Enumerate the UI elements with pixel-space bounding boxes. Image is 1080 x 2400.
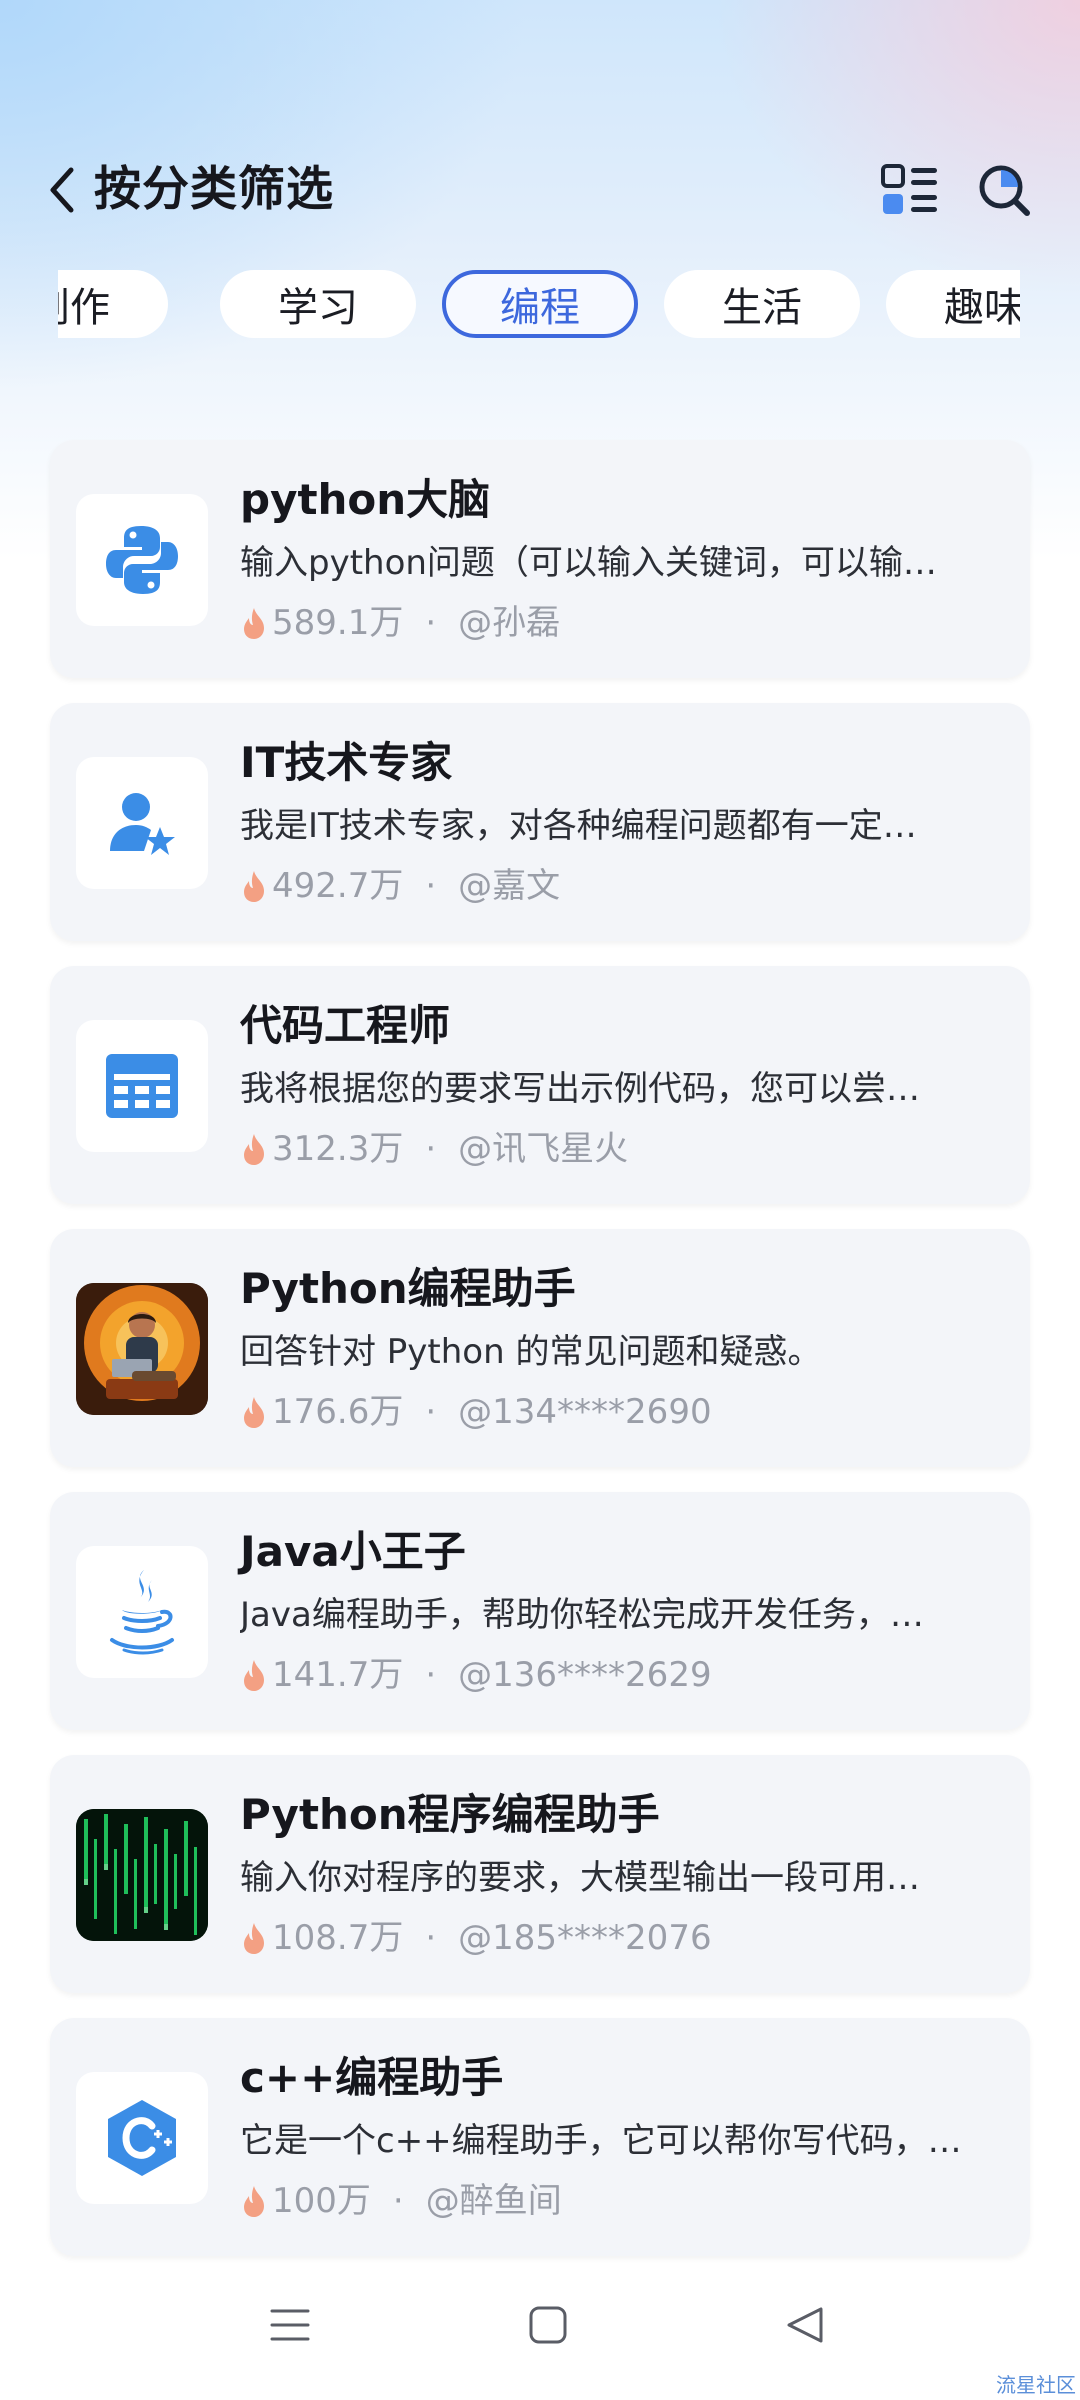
assistant-description: 输入python问题（可以输入关键词，可以输… — [240, 543, 937, 583]
list-item[interactable]: Python程序编程助手 输入你对程序的要求，大模型输出一段可用… 108.7万… — [50, 1755, 1030, 1993]
search-button[interactable] — [974, 160, 1034, 220]
list-item[interactable]: IT技术专家 我是IT技术专家，对各种编程问题都有一定… 492.7万 · @嘉… — [50, 703, 1030, 941]
author-name: @醉鱼间 — [425, 2181, 562, 2221]
assistant-title: Python编程助手 — [240, 1264, 576, 1313]
assistant-avatar — [76, 1809, 208, 1941]
python-logo-icon — [106, 526, 178, 594]
tab-programming[interactable]: 编程 — [442, 270, 638, 338]
author-name: @185****2076 — [458, 1918, 712, 1958]
tab-life[interactable]: 生活 — [664, 270, 860, 338]
assistant-avatar — [76, 757, 208, 889]
assistant-avatar — [76, 1283, 208, 1415]
assistant-title: c++编程助手 — [240, 2053, 504, 2102]
author-name: @孙磊 — [458, 603, 561, 643]
code-window-icon — [106, 1054, 178, 1118]
watermark-text: 流星社区 — [996, 2373, 1076, 2397]
separator-dot: · — [425, 1655, 437, 1695]
cpp-logo-icon — [108, 2100, 176, 2176]
chevron-left-icon — [50, 167, 74, 213]
tab-label: 创作 — [58, 285, 110, 331]
heat-count: 108.7万 — [272, 1918, 404, 1958]
tab-label: 趣味 — [944, 285, 1020, 331]
home-square-icon — [529, 2306, 567, 2344]
author-name: @134****2690 — [458, 1392, 712, 1432]
list-item[interactable]: Java小王子 Java编程助手，帮助你轻松完成开发任务，… 141.7万 · … — [50, 1492, 1030, 1730]
fire-icon — [244, 1397, 264, 1428]
assistant-avatar — [76, 1020, 208, 1152]
fire-icon — [244, 1923, 264, 1954]
separator-dot: · — [425, 866, 437, 906]
menu-button[interactable] — [255, 2290, 325, 2360]
java-logo-icon — [110, 1570, 174, 1655]
assistant-meta: 176.6万 · @134****2690 — [240, 1389, 712, 1435]
heat-count: 312.3万 — [272, 1129, 404, 1169]
fire-icon — [244, 1660, 264, 1691]
assistant-meta: 108.7万 · @185****2076 — [240, 1915, 712, 1961]
tab-create[interactable]: 创作 — [58, 270, 168, 338]
assistant-title: Java小王子 — [240, 1527, 466, 1576]
user-star-icon — [110, 793, 175, 855]
back-button[interactable] — [40, 162, 84, 218]
assistant-description: Java编程助手，帮助你轻松完成开发任务，… — [240, 1595, 924, 1635]
author-name: @嘉文 — [458, 866, 561, 906]
separator-dot: · — [425, 1392, 437, 1432]
heat-count: 492.7万 — [272, 866, 404, 906]
tab-fun[interactable]: 趣味 — [886, 270, 1020, 338]
assistant-meta: 100万 · @醉鱼间 — [240, 2178, 562, 2224]
matrix-code-icon — [76, 1809, 208, 1941]
heat-count: 589.1万 — [272, 603, 404, 643]
programmer-avatar-icon — [76, 1283, 208, 1415]
category-tabs: 创作 学习 编程 生活 趣味 — [58, 270, 1020, 338]
assistant-avatar — [76, 1546, 208, 1678]
fire-icon — [244, 871, 264, 902]
menu-icon — [270, 2309, 310, 2341]
tab-study[interactable]: 学习 — [220, 270, 416, 338]
list-layout-icon — [881, 164, 937, 214]
assistant-description: 我将根据您的要求写出示例代码，您可以尝… — [240, 1069, 920, 1109]
heat-count: 176.6万 — [272, 1392, 404, 1432]
search-icon — [979, 165, 1030, 216]
assistant-meta: 141.7万 · @136****2629 — [240, 1652, 712, 1698]
header-bar: 按分类筛选 — [0, 150, 1080, 230]
fire-icon — [244, 1134, 264, 1165]
separator-dot: · — [392, 2181, 404, 2221]
heat-count: 141.7万 — [272, 1655, 404, 1695]
assistant-description: 它是一个c++编程助手，它可以帮你写代码，… — [240, 2121, 962, 2161]
list-item[interactable]: python大脑 输入python问题（可以输入关键词，可以输… 589.1万 … — [50, 440, 1030, 678]
assistant-description: 我是IT技术专家，对各种编程问题都有一定… — [240, 806, 917, 846]
assistant-meta: 312.3万 · @讯飞星火 — [240, 1126, 628, 1172]
separator-dot: · — [425, 1129, 437, 1169]
assistant-title: Python程序编程助手 — [240, 1790, 660, 1839]
tab-label: 学习 — [278, 285, 358, 331]
list-item[interactable]: 代码工程师 我将根据您的要求写出示例代码，您可以尝… 312.3万 · @讯飞星… — [50, 966, 1030, 1204]
heat-count: 100万 — [272, 2181, 371, 2221]
separator-dot: · — [425, 1918, 437, 1958]
fire-icon — [244, 2186, 264, 2217]
assistant-description: 回答针对 Python 的常见问题和疑惑。 — [240, 1332, 822, 1372]
back-triangle-icon — [787, 2307, 823, 2343]
system-navigation-bar: 流星社区 — [0, 2270, 1080, 2400]
assistant-avatar — [76, 494, 208, 626]
assistant-title: IT技术专家 — [240, 738, 453, 787]
assistant-meta: 492.7万 · @嘉文 — [240, 863, 560, 909]
tab-label: 编程 — [500, 285, 580, 331]
assistant-meta: 589.1万 · @孙磊 — [240, 600, 560, 646]
home-button[interactable] — [513, 2290, 583, 2360]
author-name: @讯飞星火 — [458, 1129, 629, 1169]
list-item[interactable]: c++编程助手 它是一个c++编程助手，它可以帮你写代码，… 100万 · @醉… — [50, 2018, 1030, 2256]
page-title: 按分类筛选 — [94, 162, 334, 217]
assistant-avatar — [76, 2072, 208, 2204]
separator-dot: · — [425, 603, 437, 643]
assistant-title: python大脑 — [240, 475, 491, 524]
assistant-title: 代码工程师 — [240, 1001, 451, 1050]
assistant-description: 输入你对程序的要求，大模型输出一段可用… — [240, 1858, 920, 1898]
back-nav-button[interactable] — [770, 2290, 840, 2360]
layout-toggle-button[interactable] — [880, 160, 940, 220]
author-name: @136****2629 — [458, 1655, 712, 1695]
list-item[interactable]: Python编程助手 回答针对 Python 的常见问题和疑惑。 176.6万 … — [50, 1229, 1030, 1467]
fire-icon — [244, 608, 264, 639]
tab-label: 生活 — [722, 285, 802, 331]
